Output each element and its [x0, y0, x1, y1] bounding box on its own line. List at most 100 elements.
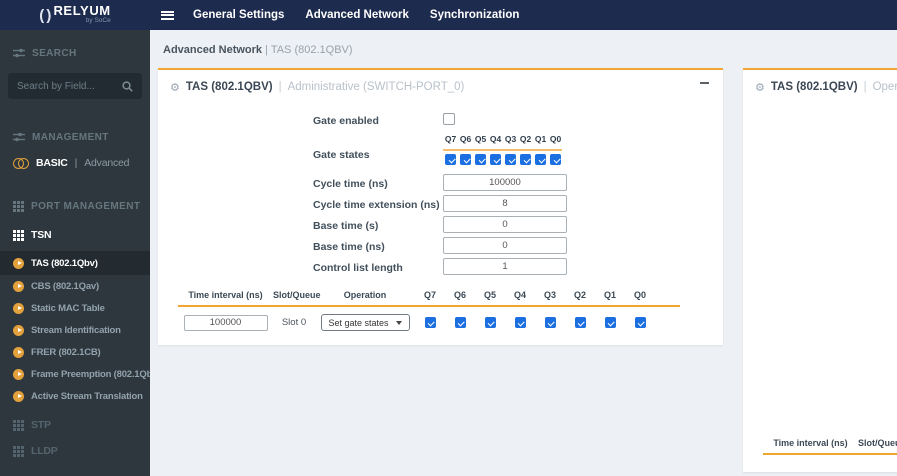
gate-state-q4-checkbox[interactable] — [490, 154, 501, 165]
cycle-time-input[interactable] — [443, 174, 567, 191]
card-title: TAS (802.1QBV) — [185, 81, 273, 93]
basic-separator: | — [74, 157, 78, 169]
breadcrumb-section: Advanced Network — [163, 44, 263, 56]
sidebar-section-management: MANAGEMENT — [0, 130, 150, 144]
sidebar-item-static-mac-table[interactable]: Static MAC Table — [0, 297, 150, 319]
row-q2-checkbox[interactable] — [574, 317, 586, 328]
search-section-label: SEARCH — [32, 47, 77, 59]
sidebar: SEARCH MANAGEMENT BASIC | Advanced PORT … — [0, 30, 150, 476]
cycle-time-extension-input[interactable] — [443, 195, 567, 212]
col-q0: Q0 — [633, 290, 646, 300]
chevron-circle-icon — [13, 368, 24, 380]
sidebar-item-frer[interactable]: FRER (802.1CB) — [0, 341, 150, 363]
queue-header: Q1 — [534, 134, 547, 144]
tsn-label: TSN — [31, 229, 52, 241]
breadcrumb-separator: | — [265, 44, 268, 56]
queue-header: Q6 — [459, 134, 472, 144]
row-q6-checkbox[interactable] — [454, 317, 466, 328]
operation-selected-value: Set gate states — [328, 317, 389, 328]
time-interval-input[interactable] — [183, 314, 268, 331]
gate-state-q3-checkbox[interactable] — [505, 154, 516, 165]
management-section-label: MANAGEMENT — [32, 131, 109, 143]
top-navbar: ( ) RELYUM by SoCe General Settings Adva… — [0, 0, 897, 30]
card-title-separator: | — [863, 81, 867, 93]
sidebar-item-lldp[interactable]: LLDP — [0, 438, 150, 464]
logo-mark-icon: ( ) — [39, 6, 51, 24]
port-management-section-label: PORT MANAGEMENT — [31, 200, 141, 212]
grid-icon — [13, 445, 24, 457]
sidebar-item-stp[interactable]: STP — [0, 412, 150, 438]
col-slot-queue: Slot/Queue — [858, 438, 897, 448]
grid-icon — [13, 229, 24, 241]
sidebar-item-basic-advanced[interactable]: BASIC | Advanced — [0, 154, 150, 172]
sidebar-item-label: LLDP — [31, 445, 58, 457]
row-q7-checkbox[interactable] — [424, 317, 436, 328]
queue-header: Q7 — [444, 134, 457, 144]
gate-state-q1-checkbox[interactable] — [535, 154, 546, 165]
base-time-ns-label: Base time (ns) — [313, 241, 385, 253]
menu-advanced-network[interactable]: Advanced Network — [305, 9, 409, 21]
gate-state-q7-checkbox[interactable] — [445, 154, 456, 165]
filter-sliders-icon — [13, 48, 25, 58]
col-q2: Q2 — [573, 290, 586, 300]
base-time-s-input[interactable] — [443, 216, 567, 233]
advanced-label: Advanced — [84, 157, 130, 169]
sidebar-item-stream-identification[interactable]: Stream Identification — [0, 319, 150, 341]
col-q5: Q5 — [483, 290, 496, 300]
gate-states-checkbox-row — [443, 154, 563, 165]
row-q3-checkbox[interactable] — [544, 317, 556, 328]
basic-toggle-icon — [13, 158, 29, 169]
brand-name: RELYUM — [53, 3, 111, 18]
collapse-icon[interactable] — [700, 82, 709, 84]
top-menu: General Settings Advanced Network Synchr… — [193, 9, 519, 21]
sidebar-item-label: Stream Identification — [31, 324, 121, 336]
sidebar-item-tsn[interactable]: TSN — [0, 226, 150, 244]
gate-state-q2-checkbox[interactable] — [520, 154, 531, 165]
sidebar-item-label: STP — [31, 419, 51, 431]
base-time-s-label: Base time (s) — [313, 220, 379, 232]
breadcrumb: Advanced Network | TAS (802.1QBV) — [163, 44, 353, 56]
gear-icon: ⚙ — [170, 82, 180, 94]
search-input[interactable] — [17, 80, 122, 92]
menu-general-settings[interactable]: General Settings — [193, 9, 284, 21]
grid-icon — [13, 200, 24, 212]
gate-state-q6-checkbox[interactable] — [460, 154, 471, 165]
gate-states-label: Gate states — [313, 149, 370, 161]
row-q5-checkbox[interactable] — [484, 317, 496, 328]
col-q3: Q3 — [543, 290, 556, 300]
search-icon[interactable] — [122, 80, 133, 92]
menu-synchronization[interactable]: Synchronization — [430, 9, 519, 21]
sidebar-item-label: Frame Preemption (802.1Qbu) — [31, 368, 150, 380]
sidebar-item-frame-preemption[interactable]: Frame Preemption (802.1Qbu) — [0, 363, 150, 385]
tas-administrative-card: ⚙ TAS (802.1QBV) | Administrative (SWITC… — [158, 68, 723, 345]
base-time-ns-input[interactable] — [443, 237, 567, 254]
sidebar-item-tas[interactable]: TAS (802.1Qbv) — [0, 251, 150, 275]
cycle-time-extension-label: Cycle time extension (ns) — [313, 199, 440, 211]
control-list-length-label: Control list length — [313, 262, 403, 274]
card-subtitle: Operative (SWITCH-PORT_0) — [872, 81, 897, 93]
row-q0-checkbox[interactable] — [634, 317, 646, 328]
gate-state-q5-checkbox[interactable] — [475, 154, 486, 165]
sidebar-item-label: Static MAC Table — [31, 302, 105, 314]
hamburger-menu-icon[interactable] — [161, 10, 174, 20]
gate-state-q0-checkbox[interactable] — [550, 154, 561, 165]
row-q4-checkbox[interactable] — [514, 317, 526, 328]
control-list-length-input[interactable] — [443, 258, 567, 275]
brand-subtitle: by SoCe — [85, 17, 111, 24]
sidebar-item-cbs[interactable]: CBS (802.1Qav) — [0, 275, 150, 297]
card-title-separator: | — [278, 81, 282, 93]
col-q7: Q7 — [423, 290, 436, 300]
queue-header: Q3 — [504, 134, 517, 144]
sidebar-item-label: FRER (802.1CB) — [31, 346, 101, 358]
chevron-circle-icon — [13, 346, 24, 358]
col-operation: Operation — [343, 290, 387, 300]
row-q1-checkbox[interactable] — [604, 317, 616, 328]
queue-header-row: Q7 Q6 Q5 Q4 Q3 Q2 Q1 Q0 — [443, 134, 563, 144]
operation-select[interactable]: Set gate states — [320, 314, 410, 331]
card-subtitle: Administrative (SWITCH-PORT_0) — [287, 81, 465, 93]
grid-icon — [13, 419, 24, 431]
basic-label: BASIC — [36, 157, 68, 169]
gate-enabled-checkbox[interactable] — [443, 113, 455, 125]
sidebar-item-active-stream-translation[interactable]: Active Stream Translation — [0, 385, 150, 407]
col-q6: Q6 — [453, 290, 466, 300]
